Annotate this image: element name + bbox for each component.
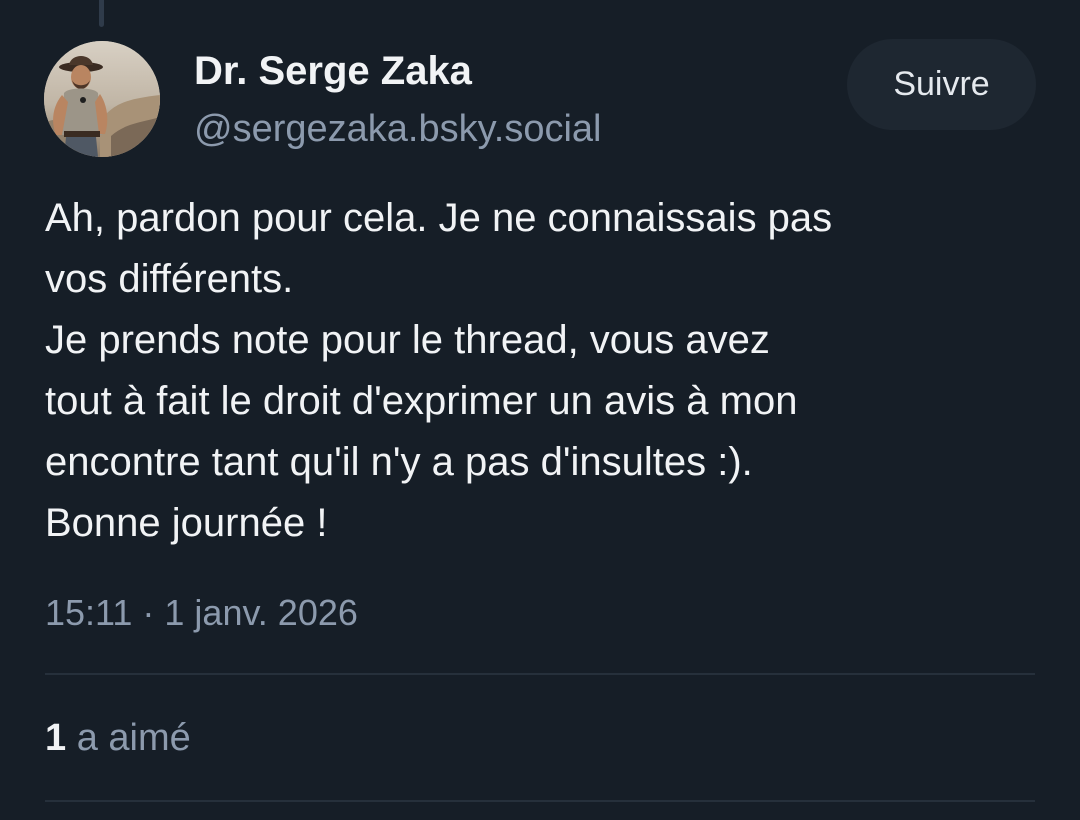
author-handle[interactable]: @sergezaka.bsky.social	[194, 106, 601, 152]
post-text: Ah, pardon pour cela. Je ne connaissais …	[45, 188, 1045, 554]
divider	[45, 673, 1035, 675]
likes-label: a aimé	[76, 717, 191, 759]
divider	[45, 800, 1035, 802]
post-text-line: tout à fait le droit d'exprimer un avis …	[45, 379, 798, 423]
post-text-line: Ah, pardon pour cela. Je ne connaissais …	[45, 196, 833, 240]
post-timestamp: 15:11 · 1 janv. 2026	[45, 592, 358, 633]
post-detail-screen: Dr. Serge Zaka @sergezaka.bsky.social Su…	[0, 0, 1080, 820]
post-text-line: Je prends note pour le thread, vous avez	[45, 318, 770, 362]
likes-summary[interactable]: 1 a aimé	[45, 714, 191, 762]
likes-count: 1	[45, 717, 67, 759]
post-text-line: encontre tant qu'il n'y a pas d'insultes…	[45, 440, 753, 484]
avatar[interactable]	[44, 41, 160, 157]
post-text-line: Bonne journée !	[45, 501, 328, 545]
author-display-name[interactable]: Dr. Serge Zaka	[194, 47, 472, 95]
post-text-line: vos différents.	[45, 257, 294, 301]
follow-button[interactable]: Suivre	[847, 39, 1036, 130]
thread-connector-line	[99, 0, 104, 27]
